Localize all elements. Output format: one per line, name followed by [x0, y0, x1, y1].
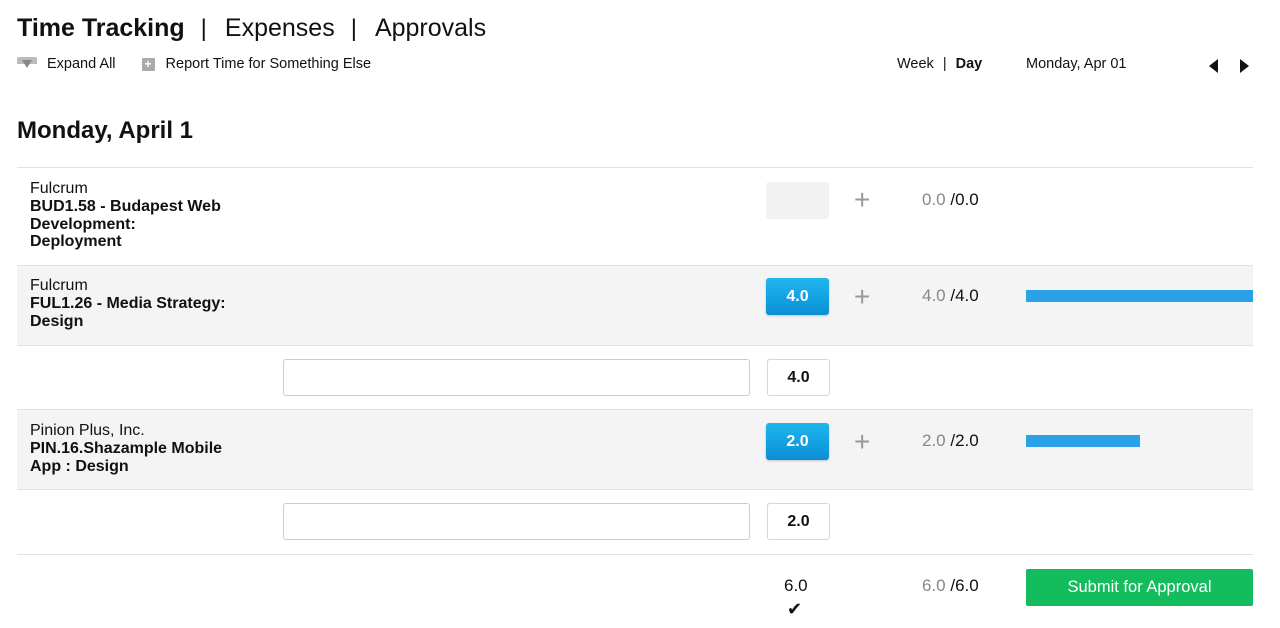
view-switch: Week | Day	[897, 56, 982, 72]
client-name: Pinion Plus, Inc.	[30, 422, 145, 439]
toolbar: Expand All + Report Time for Something E…	[17, 56, 397, 72]
project-name-line: Development:	[30, 215, 136, 233]
hours-done: 2.0	[922, 431, 946, 450]
entry-row: Fulcrum FUL1.26 - Media Strategy: Design…	[17, 266, 1253, 346]
total-ratio: 6.0 /6.0	[922, 576, 979, 595]
add-time-icon[interactable]: +	[854, 428, 870, 456]
project-name-line: BUD1.58 - Budapest Web	[30, 198, 221, 215]
add-time-icon[interactable]: +	[854, 186, 870, 214]
footer-totals: 6.0 ✔ 6.0 /6.0 Submit for Approval	[17, 556, 1253, 628]
project-name-line: App : Design	[30, 457, 129, 475]
top-nav: Time Tracking | Expenses | Approvals	[17, 14, 486, 43]
progress-fill	[1026, 435, 1140, 447]
project-name-line: Deployment	[30, 233, 122, 250]
entry-row: Pinion Plus, Inc. PIN.16.Shazample Mobil…	[17, 410, 1253, 490]
note-input[interactable]	[283, 359, 750, 396]
hours-total: 0.0	[955, 190, 979, 209]
hours-button[interactable]: 2.0	[766, 423, 829, 460]
checkmark-icon: ✔	[787, 599, 803, 619]
hours-button[interactable]	[766, 182, 829, 219]
entry-row: Fulcrum BUD1.58 - Budapest Web Developme…	[17, 168, 1253, 266]
tab-approvals[interactable]: Approvals	[375, 14, 486, 43]
hours-done: 4.0	[922, 286, 946, 305]
entry-note-row: 4.0	[17, 346, 1253, 410]
entry-note-row: 2.0	[17, 490, 1253, 555]
tab-separator: |	[200, 14, 207, 42]
add-icon: +	[141, 57, 155, 71]
report-time-label: Report Time for Something Else	[165, 56, 372, 72]
add-time-icon[interactable]: +	[854, 283, 870, 311]
expand-all-icon	[17, 56, 37, 72]
hours-total: 2.0	[955, 431, 979, 450]
note-hours-input[interactable]: 4.0	[767, 359, 830, 396]
progress-bar	[1026, 435, 1253, 447]
entry-project: Pinion Plus, Inc. PIN.16.Shazample Mobil…	[30, 422, 270, 475]
hours-button[interactable]: 4.0	[766, 278, 829, 315]
hours-ratio: 2.0 /2.0	[922, 431, 979, 450]
tab-expenses[interactable]: Expenses	[225, 14, 335, 43]
note-hours-input[interactable]: 2.0	[767, 503, 830, 540]
view-day-button[interactable]: Day	[956, 56, 983, 72]
project-name-line: Design	[30, 312, 84, 330]
expand-all-button[interactable]: Expand All	[17, 56, 116, 72]
project-name-line: PIN.16.Shazample Mobile	[30, 440, 223, 457]
total-done: 6.0	[922, 576, 946, 595]
hours-done: 0.0	[922, 190, 946, 209]
report-time-button[interactable]: + Report Time for Something Else	[141, 56, 372, 72]
project-name-line: FUL1.26 - Media Strategy:	[30, 295, 226, 312]
view-separator: |	[942, 56, 947, 72]
expand-all-label: Expand All	[47, 56, 116, 72]
note-input[interactable]	[283, 503, 750, 540]
time-entries-table: Fulcrum BUD1.58 - Budapest Web Developme…	[17, 167, 1253, 555]
total-hours: 6.0	[784, 576, 808, 595]
progress-bar	[1026, 290, 1253, 302]
triangle-right-icon[interactable]	[1240, 59, 1249, 73]
hours-ratio: 0.0 /0.0	[922, 190, 979, 209]
total-total: 6.0	[955, 576, 979, 595]
hours-total: 4.0	[955, 286, 979, 305]
entry-project: Fulcrum BUD1.58 - Budapest Web Developme…	[30, 180, 270, 251]
submit-for-approval-button[interactable]: Submit for Approval	[1026, 569, 1253, 606]
triangle-left-icon[interactable]	[1209, 59, 1218, 73]
tab-time-tracking[interactable]: Time Tracking	[17, 14, 185, 43]
client-name: Fulcrum	[30, 277, 88, 294]
entry-project: Fulcrum FUL1.26 - Media Strategy: Design	[30, 277, 270, 330]
view-week-button[interactable]: Week	[897, 56, 934, 72]
hours-ratio: 4.0 /4.0	[922, 286, 979, 305]
page-title: Monday, April 1	[17, 117, 194, 144]
current-date-label: Monday, Apr 01	[1026, 56, 1127, 72]
client-name: Fulcrum	[30, 180, 88, 197]
progress-fill	[1026, 290, 1253, 302]
tab-separator: |	[350, 14, 357, 42]
